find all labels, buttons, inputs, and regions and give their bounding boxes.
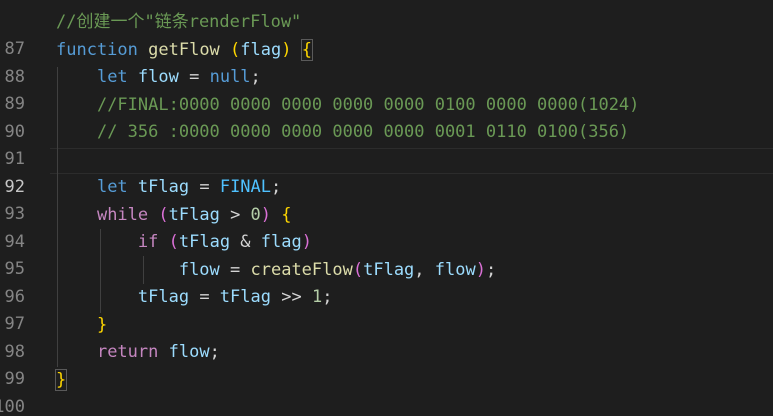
function-name: createFlow [250, 260, 353, 280]
line-content: return flow; [56, 339, 220, 366]
code-line-96[interactable]: 96 flow = createFlow(tFlag, flow); [0, 257, 773, 307]
number: 1 [311, 287, 323, 307]
code-editor[interactable]: 87 //创建一个"链条renderFlow" 88 function getF… [0, 0, 773, 416]
parameter: flag [240, 40, 282, 60]
keyword: return [96, 342, 159, 362]
line-content: let flow = null; [56, 64, 261, 91]
comment: // 356 :0000 0000 0000 0000 0000 0001 01… [96, 122, 630, 142]
punctuation: ; [485, 260, 497, 280]
code-line-92[interactable]: 92 [0, 147, 773, 197]
line-content: // 356 :0000 0000 0000 0000 0000 0001 01… [56, 119, 629, 146]
keyword: if [137, 232, 159, 252]
variable: tFlag [363, 260, 415, 280]
operator: = [219, 260, 251, 280]
code-line-93[interactable]: 93 let tFlag = FINAL; [0, 174, 773, 224]
bracket: ( [352, 260, 364, 280]
punctuation: ; [271, 177, 282, 197]
variable: tFlag [137, 177, 190, 197]
line-content: tFlag = tFlag >> 1; [56, 284, 333, 311]
number: 0 [250, 205, 261, 225]
comment: //创建一个"链条renderFlow" [56, 12, 302, 32]
punctuation: ; [322, 287, 333, 307]
comment: //FINAL:0000 0000 0000 0000 0000 0100 00… [96, 95, 640, 115]
keyword: let [96, 67, 128, 87]
code-line-99[interactable]: 99 return flow; [0, 339, 773, 389]
code-line-90[interactable]: 90 //FINAL:0000 0000 0000 0000 0000 0100… [0, 92, 773, 142]
line-content: while (tFlag > 0) { [56, 202, 292, 229]
variable: flow [434, 260, 476, 280]
bracket: ( [158, 205, 169, 225]
bracket: ( [230, 40, 241, 60]
line-content: //FINAL:0000 0000 0000 0000 0000 0100 00… [56, 92, 639, 119]
punctuation: ; [209, 342, 220, 362]
variable: flow [137, 67, 179, 87]
keyword: let [96, 177, 128, 197]
bracket: ) [260, 205, 272, 225]
keyword: function [56, 40, 138, 60]
code-line-100[interactable]: 100 } [0, 367, 773, 416]
bracket: { [281, 205, 292, 225]
variable: flow [178, 260, 220, 280]
operator: >> [270, 287, 312, 307]
line-content: } [56, 312, 107, 339]
code-line-98[interactable]: 98 } [0, 312, 773, 362]
bracket: } [96, 315, 108, 335]
punctuation: ; [250, 67, 261, 87]
operator: = [178, 67, 210, 87]
variable: flow [168, 342, 210, 362]
operator: = [189, 287, 220, 307]
line-content: //创建一个"链条renderFlow" [56, 9, 301, 36]
line-number: 100 [0, 397, 25, 416]
bracket: ) [281, 40, 292, 60]
line-content: let tFlag = FINAL; [56, 174, 281, 201]
code-line-97[interactable]: 97 tFlag = tFlag >> 1; [0, 284, 773, 334]
line-content: if (tFlag & flag) [56, 229, 312, 256]
bracket: ) [301, 232, 312, 252]
code-line-89[interactable]: 89 let flow = null; [0, 64, 773, 114]
punctuation: , [414, 260, 435, 280]
literal: null [209, 67, 251, 87]
variable: tFlag [219, 287, 271, 307]
bracket: ( [168, 232, 179, 252]
variable: tFlag [178, 232, 231, 252]
line-content: } [54, 367, 68, 394]
code-line-94[interactable]: 94 while (tFlag > 0) { [0, 202, 773, 252]
code-line-91[interactable]: 91 // 356 :0000 0000 0000 0000 0000 0001… [0, 119, 773, 169]
line-content: function getFlow (flag) { [56, 37, 314, 64]
function-name: getFlow [148, 40, 220, 60]
keyword: while [96, 205, 149, 225]
variable: tFlag [137, 287, 190, 307]
operator: = [189, 177, 220, 197]
constant: FINAL [219, 177, 272, 197]
code-line-87[interactable]: 87 //创建一个"链条renderFlow" [0, 9, 773, 59]
code-line-95[interactable]: 95 if (tFlag & flag) [0, 229, 773, 279]
matched-bracket: } [54, 369, 68, 391]
variable: tFlag [168, 205, 220, 225]
variable: flag [260, 232, 302, 252]
matched-bracket: { [300, 39, 314, 61]
operator: > [219, 205, 251, 225]
code-line-88[interactable]: 88 function getFlow (flag) { [0, 37, 773, 87]
operator: & [230, 232, 261, 252]
bracket: ) [475, 260, 486, 280]
line-content: flow = createFlow(tFlag, flow); [56, 257, 496, 284]
